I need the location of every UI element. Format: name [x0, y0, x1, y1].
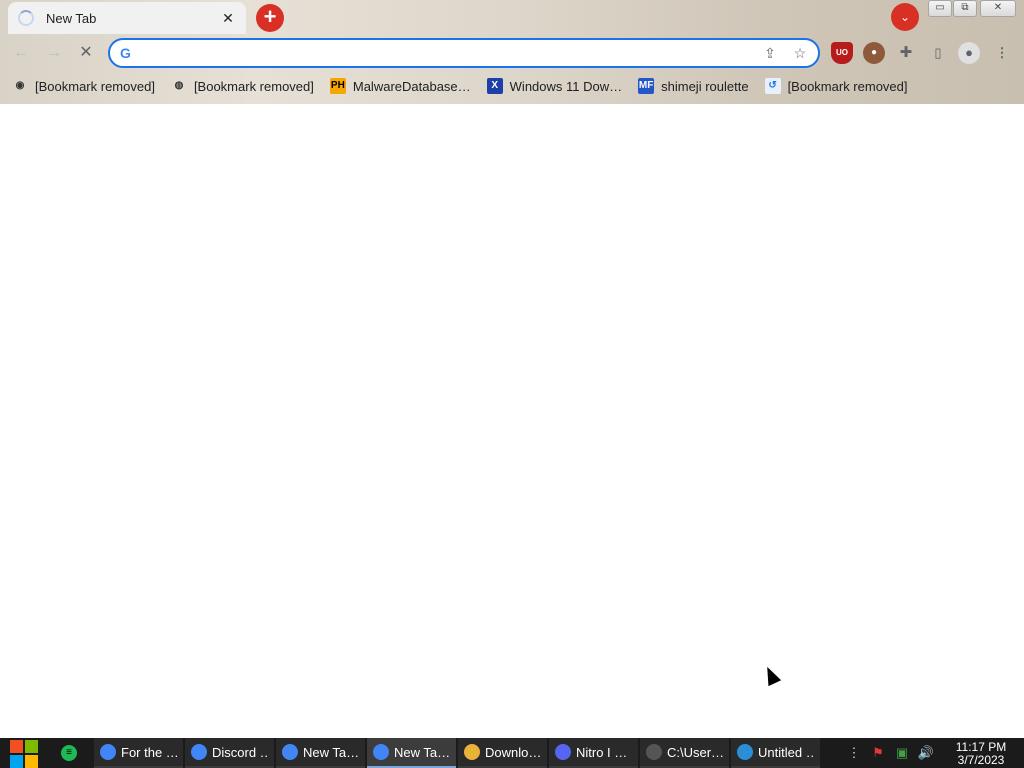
- google-icon: G: [120, 45, 131, 61]
- x-icon: X: [486, 78, 503, 94]
- taskbar-button-label: Downlo…: [485, 744, 541, 760]
- clock[interactable]: 11:17 PM 3/7/2023: [938, 739, 1024, 767]
- chrome-icon: [100, 744, 116, 760]
- omnibox[interactable]: G ⇪ ☆: [108, 38, 820, 68]
- tab-search-button[interactable]: ⌄: [891, 3, 919, 31]
- window-restore-button[interactable]: ⧉: [953, 0, 977, 17]
- taskbar-button-label: Nitro I …: [576, 744, 628, 760]
- extensions-puzzle-icon[interactable]: ✚: [895, 42, 917, 64]
- stop-loading-button[interactable]: ✕: [75, 42, 97, 64]
- taskbar-button-label: Discord …: [212, 744, 268, 760]
- seven-zip-icon: [646, 744, 662, 760]
- taskbar-button[interactable]: Untitled …: [731, 738, 820, 768]
- bookmark-item[interactable]: ◉ [Bookmark removed]: [12, 78, 155, 94]
- tab-new-tab[interactable]: New Tab ✕: [8, 2, 246, 34]
- side-panel-icon[interactable]: ▯: [927, 42, 949, 64]
- ph-icon: PH: [329, 78, 346, 94]
- taskbar-button[interactable]: C:\User…: [640, 738, 729, 768]
- browser-chrome: New Tab ✕ + ⌄ ▭ ⧉ ✕ ← → ✕ G ⇪ ☆ UO ● ✚ ▯…: [0, 0, 1024, 104]
- window-minimize-button[interactable]: ▭: [928, 0, 952, 17]
- folder-icon: [464, 744, 480, 760]
- address-input[interactable]: [144, 45, 758, 61]
- browser-toolbar: ← → ✕ G ⇪ ☆ UO ● ✚ ▯ ● ⋮: [0, 36, 1024, 70]
- flag-icon[interactable]: ⚑: [868, 745, 888, 761]
- taskbar-button-label: For the …: [121, 744, 177, 760]
- taskbar-button-label: Untitled …: [758, 744, 814, 760]
- quick-launch-spotify[interactable]: ≡: [44, 738, 94, 768]
- bookmark-star-icon[interactable]: ☆: [788, 45, 812, 62]
- taskbar-button-label: New Ta…: [303, 744, 359, 760]
- bookmarks-bar: ◉ [Bookmark removed] ◍ [Bookmark removed] PH…: [0, 70, 1024, 102]
- bookmark-label: shimeji roulette: [661, 78, 749, 94]
- bookmark-label: [Bookmark removed]: [35, 78, 155, 94]
- ublock-origin-icon[interactable]: UO: [831, 42, 853, 64]
- spotify-icon: ≡: [61, 745, 77, 761]
- mft-icon: MF: [638, 78, 655, 94]
- taskbar-button[interactable]: For the …: [94, 738, 183, 768]
- bookmark-label: Windows 11 Dow…: [509, 78, 623, 94]
- loading-spinner-icon: [18, 10, 34, 26]
- new-tab-button[interactable]: +: [256, 4, 284, 32]
- taskbar-button[interactable]: Nitro I …: [549, 738, 638, 768]
- bookmark-item[interactable]: ↺ [Bookmark removed]: [764, 78, 908, 94]
- chrome-menu-button[interactable]: ⋮: [991, 42, 1013, 64]
- paint-icon: [737, 744, 753, 760]
- bookmark-item[interactable]: X Windows 11 Dow…: [486, 78, 623, 94]
- taskbar: ≡ For the … Discord … New Ta… New Ta… Downlo…: [0, 738, 1024, 768]
- profile-icon[interactable]: ●: [958, 42, 980, 64]
- tab-title: New Tab: [46, 10, 97, 26]
- bookmark-label: [Bookmark removed]: [787, 78, 908, 94]
- system-tray: ⋮ ⚑ ▣ 🔊 11:17 PM 3/7/2023: [842, 738, 1024, 768]
- volume-icon[interactable]: 🔊: [916, 745, 936, 761]
- bookmark-label: MalwareDatabase…: [352, 78, 471, 94]
- chrome-icon: [191, 744, 207, 760]
- tab-close-icon[interactable]: ✕: [220, 10, 236, 27]
- taskbar-button[interactable]: Discord …: [185, 738, 274, 768]
- taskbar-button[interactable]: New Ta…: [367, 738, 456, 768]
- globe-icon: ◍: [174, 80, 184, 91]
- taskbar-button[interactable]: Downlo…: [458, 738, 547, 768]
- bookmark-item[interactable]: MF shimeji roulette: [638, 78, 749, 94]
- tab-strip: New Tab ✕ + ⌄ ▭ ⧉ ✕: [0, 0, 1024, 36]
- chrome-icon: [282, 744, 298, 760]
- bookmark-item[interactable]: ◍ [Bookmark removed]: [171, 78, 314, 94]
- page-content: [0, 104, 1024, 738]
- taskbar-buttons: For the … Discord … New Ta… New Ta… Downlo… N…: [94, 738, 822, 768]
- forward-button[interactable]: →: [43, 42, 65, 64]
- network-icon[interactable]: ▣: [892, 745, 912, 761]
- back-button[interactable]: ←: [10, 42, 32, 64]
- extension-avatar-icon[interactable]: ●: [863, 42, 885, 64]
- taskbar-button-label: C:\User…: [667, 744, 723, 760]
- bookmark-item[interactable]: PH MalwareDatabase…: [329, 78, 471, 94]
- share-icon[interactable]: ⇪: [758, 45, 782, 62]
- window-close-button[interactable]: ✕: [980, 0, 1016, 17]
- taskbar-button[interactable]: New Ta…: [276, 738, 365, 768]
- windows-logo-icon: [10, 739, 23, 753]
- tray-overflow-icon[interactable]: ⋮: [844, 745, 864, 761]
- bookmark-label: [Bookmark removed]: [193, 78, 314, 94]
- discord-icon: [555, 744, 571, 760]
- start-button[interactable]: [0, 738, 44, 768]
- taskbar-button-label: New Ta…: [394, 744, 450, 760]
- github-icon: ◉: [15, 80, 25, 91]
- page-icon: ↺: [764, 78, 781, 94]
- clock-date: 3/7/2023: [957, 753, 1005, 767]
- chrome-icon: [373, 744, 389, 760]
